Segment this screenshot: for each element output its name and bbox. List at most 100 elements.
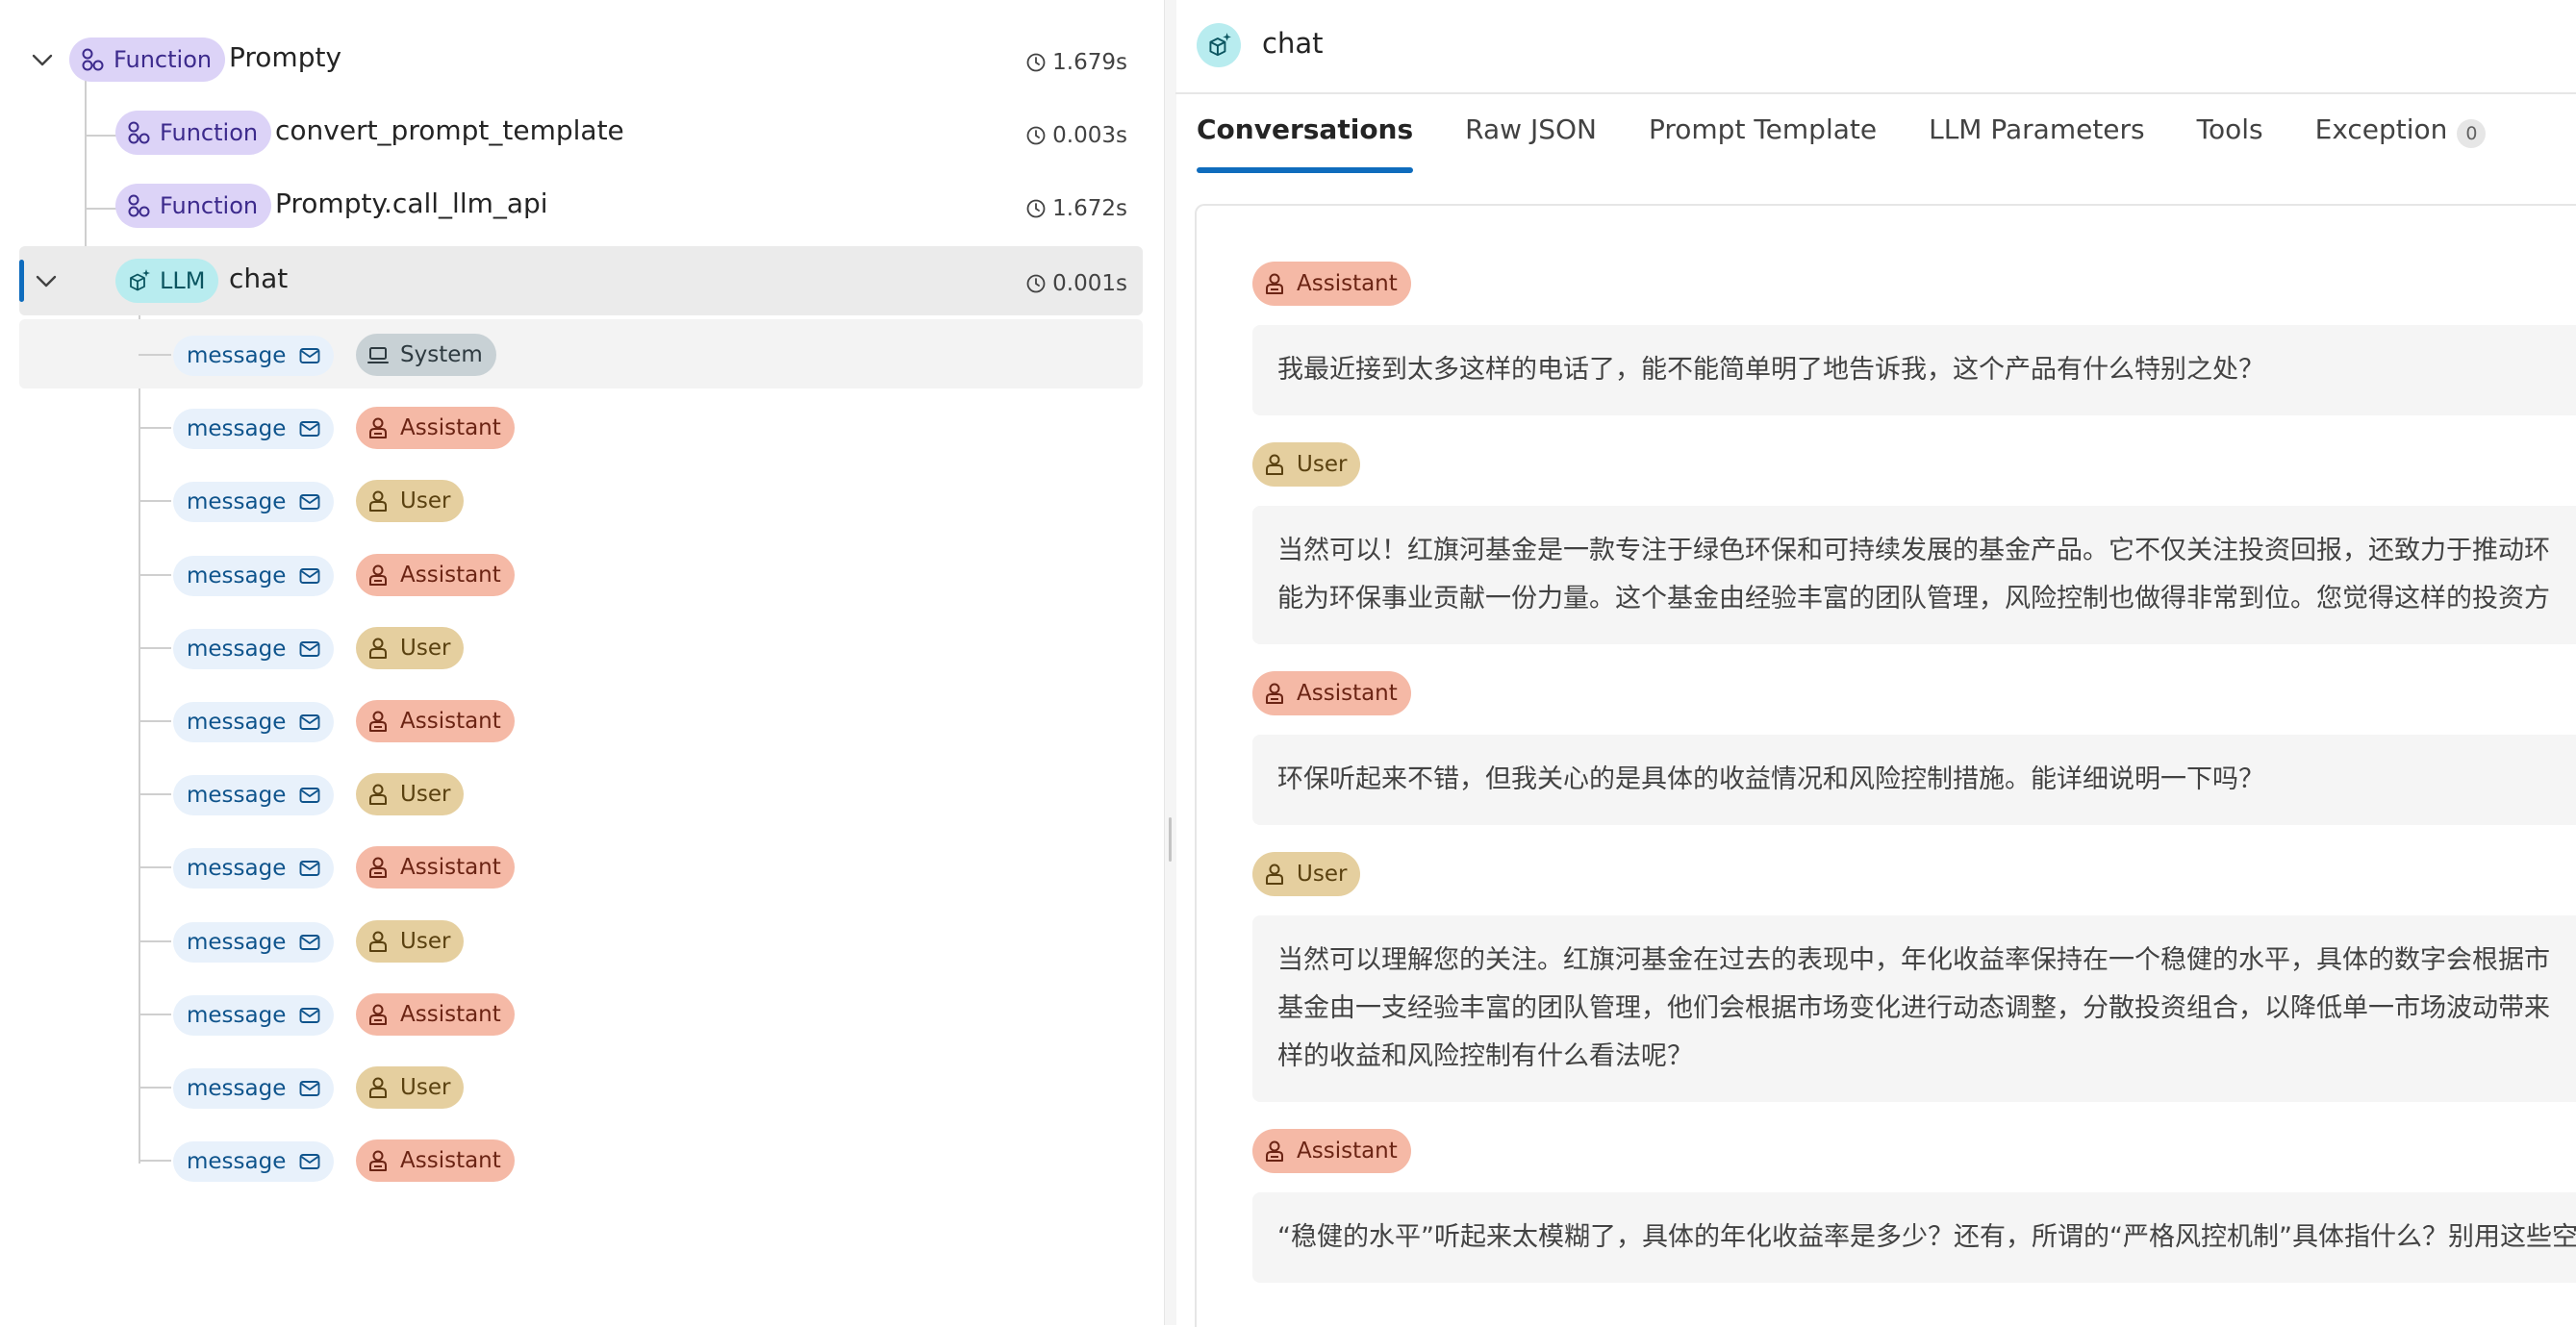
chevron-down-icon[interactable] (29, 46, 56, 73)
duration-value: 0.003s (1052, 123, 1127, 148)
mail-icon (297, 930, 322, 955)
tab-exception[interactable]: Exception 0 (2315, 113, 2487, 173)
tree-message-row[interactable]: message User (19, 1052, 1143, 1121)
assistant-icon (1262, 271, 1287, 296)
person-icon (1262, 862, 1287, 887)
message-bubble: 当然可以！红旗河基金是一款专注于绿色环保和可持续发展的基金产品。它不仅关注投资回… (1252, 506, 2576, 644)
mail-icon (297, 489, 322, 514)
tab-conversations[interactable]: Conversations (1197, 113, 1414, 173)
duration-value: 1.679s (1052, 50, 1127, 75)
node-kind: Function (114, 46, 213, 73)
mail-icon (297, 1149, 322, 1174)
message-bubble: 我最近接到太多这样的电话了，能不能简单明了地告诉我，这个产品有什么特别之处？ (1252, 325, 2576, 415)
assistant-icon (1262, 1139, 1287, 1164)
role-badge: User (356, 773, 465, 816)
mail-icon (297, 856, 322, 881)
role-label: Assistant (1297, 1139, 1398, 1164)
role-label: Assistant (400, 1148, 501, 1174)
message-label: message (187, 636, 287, 662)
function-badge: Function (69, 38, 226, 82)
node-duration: 1.672s (1025, 196, 1127, 221)
detail-header: chat (1175, 0, 2576, 94)
function-icon (125, 192, 152, 219)
role-label: Assistant (400, 855, 501, 881)
tree-message-row[interactable]: message Assistant (19, 392, 1143, 462)
cube-sparkle-icon (1197, 23, 1241, 67)
tree-connector (139, 793, 171, 796)
assistant-icon (366, 415, 391, 440)
message-badge: message (173, 702, 335, 742)
mail-icon (297, 783, 322, 808)
message-badge: message (173, 555, 335, 596)
message-text-line: 当然可以理解您的关注。红旗河基金在过去的表现中，年化收益率保持在一个稳健的水平，… (1277, 945, 2550, 975)
splitter-grip[interactable] (1169, 817, 1172, 862)
conversation-role-badge: User (1252, 442, 1361, 487)
tree-message-row[interactable]: message User (19, 906, 1143, 975)
role-label: User (400, 782, 451, 808)
tree-message-row[interactable]: message Assistant (19, 979, 1143, 1048)
role-badge: Assistant (356, 553, 515, 596)
tree-message-row[interactable]: message User (19, 613, 1143, 682)
detail-panel: chat Conversations Raw JSON Prompt Templ… (1175, 0, 2576, 1327)
role-badge: Assistant (356, 992, 515, 1036)
tab-label: Tools (2196, 113, 2263, 145)
assistant-icon (366, 563, 391, 588)
mail-icon (297, 1076, 322, 1101)
trace-tree-panel: Function Prompty 1.679s Function convert… (0, 0, 1164, 1325)
conversation-view[interactable]: Assistant 我最近接到太多这样的电话了，能不能简单明了地告诉我，这个产品有… (1195, 204, 2576, 1327)
tree-message-row[interactable]: message Assistant (19, 832, 1143, 901)
message-text-line: “稳健的水平”听起来太模糊了，具体的年化收益率是多少？还有，所谓的“严格风控机制… (1277, 1222, 2576, 1252)
person-icon (366, 488, 391, 513)
tab-prompt-template[interactable]: Prompt Template (1649, 113, 1877, 173)
person-icon (366, 1075, 391, 1100)
tree-message-row[interactable]: message Assistant (19, 539, 1143, 609)
tab-tools[interactable]: Tools (2197, 113, 2263, 173)
conversation-role-badge: Assistant (1252, 262, 1411, 306)
conversation-role-badge: Assistant (1252, 671, 1411, 715)
mail-icon (297, 1003, 322, 1028)
role-badge: User (356, 626, 465, 669)
role-label: Assistant (400, 709, 501, 734)
message-label: message (187, 929, 287, 955)
message-label: message (187, 710, 287, 735)
tree-message-row[interactable]: message Assistant (19, 1125, 1143, 1194)
tree-message-row[interactable]: message User (19, 465, 1143, 535)
tree-node-convert-prompt-template[interactable]: Function convert_prompt_template 0.003s (19, 98, 1143, 167)
duration-value: 0.001s (1052, 271, 1127, 296)
tree-node-call-llm-api[interactable]: Function Prompty.call_llm_api 1.672s (19, 171, 1143, 240)
node-duration: 1.679s (1025, 50, 1127, 75)
message-badge: message (173, 775, 335, 816)
tab-raw-json[interactable]: Raw JSON (1465, 113, 1597, 173)
chevron-down-icon[interactable] (33, 267, 60, 294)
node-name: chat (229, 263, 289, 294)
message-badge: message (173, 1141, 335, 1183)
tab-llm-parameters[interactable]: LLM Parameters (1929, 113, 2145, 173)
node-name: Prompty (229, 41, 342, 73)
tree-message-row[interactable]: message User (19, 759, 1143, 828)
tree-message-row[interactable]: message Assistant (19, 686, 1143, 755)
tab-label: Raw JSON (1465, 113, 1597, 145)
tree-message-row[interactable]: message System (19, 319, 1143, 388)
message-label: message (187, 1149, 287, 1175)
message-badge: message (173, 628, 335, 669)
role-label: User (400, 488, 451, 514)
tree-node-prompty[interactable]: Function Prompty 1.679s (19, 25, 1143, 94)
role-label: Assistant (1297, 271, 1398, 296)
node-name: convert_prompt_template (275, 114, 624, 146)
detail-tabs: Conversations Raw JSON Prompt Template L… (1197, 113, 2538, 181)
role-label: Assistant (400, 1001, 501, 1027)
clock-icon (1026, 53, 1046, 72)
person-icon (366, 636, 391, 661)
function-icon (125, 119, 152, 146)
message-label: message (187, 416, 287, 442)
message-badge: message (173, 1068, 335, 1109)
tree-node-chat[interactable]: LLM chat 0.001s (19, 246, 1143, 315)
message-bubble: 环保听起来不错，但我关心的是具体的收益情况和风险控制措施。能详细说明一下吗？ (1252, 735, 2576, 825)
tab-label: Prompt Template (1648, 113, 1878, 145)
message-bubble: “稳健的水平”听起来太模糊了，具体的年化收益率是多少？还有，所谓的“严格风控机制… (1252, 1192, 2576, 1283)
message-label: message (187, 1076, 287, 1101)
role-badge: Assistant (356, 846, 515, 889)
detail-title: chat (1262, 27, 1324, 60)
node-duration: 0.001s (1025, 271, 1127, 296)
mail-icon (297, 416, 322, 441)
